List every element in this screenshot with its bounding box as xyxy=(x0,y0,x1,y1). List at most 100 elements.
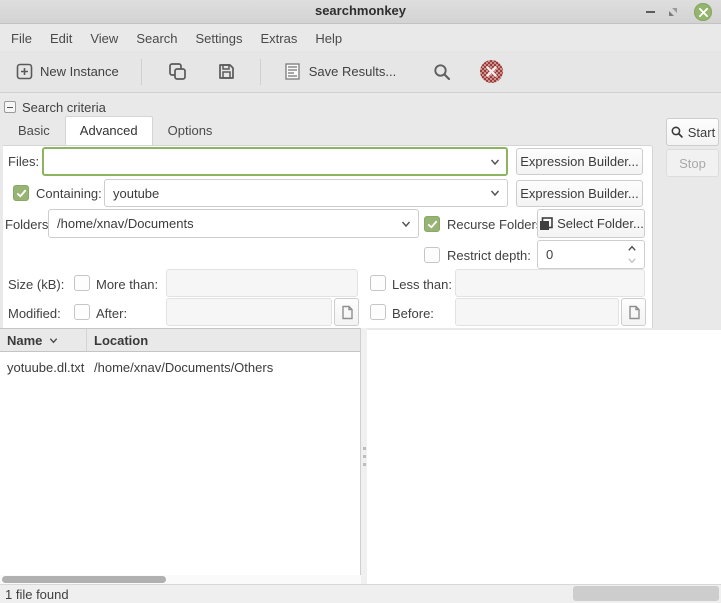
size-less-checkbox[interactable] xyxy=(370,275,386,291)
search-icon xyxy=(671,126,683,138)
folders-label: Folders: xyxy=(5,217,52,232)
select-folder-icon xyxy=(540,216,553,230)
horizontal-scrollbar[interactable] xyxy=(0,575,361,584)
results-table: Name Location yotuube.dl.txt /home/xnav/… xyxy=(0,328,361,575)
calendar-icon xyxy=(341,305,353,319)
splitter-handle-icon xyxy=(362,462,366,466)
search-icon xyxy=(434,63,451,80)
results-table-header: Name Location xyxy=(0,328,360,352)
status-text: 1 file found xyxy=(5,586,69,602)
recurse-folders-label: Recurse Folders xyxy=(447,217,543,232)
containing-input[interactable] xyxy=(104,179,508,207)
containing-expression-builder-button[interactable]: Expression Builder... xyxy=(516,180,643,207)
close-icon xyxy=(698,7,708,17)
start-button[interactable]: Start xyxy=(666,118,719,146)
tab-advanced[interactable]: Advanced xyxy=(64,116,153,145)
before-date-picker-button[interactable] xyxy=(621,298,646,326)
copy-button[interactable] xyxy=(160,56,195,87)
files-label: Files: xyxy=(8,154,40,169)
close-button[interactable] xyxy=(694,3,712,21)
restrict-depth-value: 0 xyxy=(546,247,554,262)
modified-after-label: After: xyxy=(96,306,128,321)
save-results-icon xyxy=(285,63,300,80)
new-instance-label: New Instance xyxy=(40,64,119,79)
titlebar[interactable]: searchmonkey xyxy=(0,0,721,24)
containing-label: Containing: xyxy=(36,186,102,201)
result-name: yotuube.dl.txt xyxy=(7,359,85,375)
size-less-input[interactable] xyxy=(455,269,645,297)
collapse-icon[interactable] xyxy=(4,101,16,113)
select-folder-button[interactable]: Select Folder... xyxy=(537,209,645,238)
spin-up-icon[interactable] xyxy=(626,243,638,254)
modified-label: Modified: xyxy=(8,306,61,321)
modified-before-label: Before: xyxy=(392,306,434,321)
menu-edit[interactable]: Edit xyxy=(41,27,81,50)
menu-extras[interactable]: Extras xyxy=(252,27,307,50)
folders-combobox[interactable] xyxy=(48,209,419,238)
files-combobox[interactable] xyxy=(42,147,508,176)
folders-input[interactable] xyxy=(48,209,419,238)
modified-after-input[interactable] xyxy=(166,298,332,326)
size-more-checkbox[interactable] xyxy=(74,275,90,291)
menu-view[interactable]: View xyxy=(81,27,127,50)
files-input[interactable] xyxy=(42,147,508,176)
window-title: searchmonkey xyxy=(314,3,407,18)
search-criteria-expander[interactable]: Search criteria xyxy=(4,99,106,115)
table-row[interactable]: yotuube.dl.txt /home/xnav/Documents/Othe… xyxy=(0,356,360,378)
toolbar-separator xyxy=(140,58,142,85)
new-instance-icon xyxy=(16,63,33,80)
save-button[interactable] xyxy=(209,56,244,87)
splitter-handle-icon xyxy=(362,446,366,450)
preview-pane[interactable] xyxy=(367,330,721,584)
modified-before-checkbox[interactable] xyxy=(370,304,386,320)
restore-icon xyxy=(669,8,677,16)
recurse-folders-checkbox[interactable] xyxy=(424,216,440,232)
search-toolbar-button[interactable] xyxy=(424,56,460,88)
criteria-tabs: Basic Advanced Options xyxy=(3,116,228,145)
search-criteria-title: Search criteria xyxy=(22,99,106,115)
minimize-button[interactable] xyxy=(641,3,659,21)
menu-help[interactable]: Help xyxy=(306,27,351,50)
new-instance-button[interactable]: New Instance xyxy=(8,57,127,86)
column-header-name[interactable]: Name xyxy=(0,329,86,351)
save-results-label: Save Results... xyxy=(308,64,397,79)
tab-options[interactable]: Options xyxy=(153,116,228,145)
start-label: Start xyxy=(687,124,716,140)
modified-before-input[interactable] xyxy=(455,298,619,326)
stop-toolbar-button xyxy=(472,54,511,89)
check-icon xyxy=(16,189,26,198)
size-more-label: More than: xyxy=(96,277,159,292)
size-more-input[interactable] xyxy=(166,269,358,297)
scrollbar-thumb[interactable] xyxy=(2,576,166,583)
calendar-icon xyxy=(628,305,640,319)
modified-after-checkbox[interactable] xyxy=(74,304,90,320)
result-location: /home/xnav/Documents/Others xyxy=(94,359,274,375)
menu-search[interactable]: Search xyxy=(127,27,186,50)
containing-checkbox[interactable] xyxy=(13,185,29,201)
progress-bar xyxy=(573,586,719,601)
save-results-button[interactable]: Save Results... xyxy=(275,56,404,87)
select-folder-label: Select Folder... xyxy=(557,216,644,231)
sort-chevron-icon xyxy=(50,337,58,343)
minimize-icon xyxy=(645,11,655,13)
menubar: File Edit View Search Settings Extras He… xyxy=(0,25,721,51)
menu-file[interactable]: File xyxy=(2,27,41,50)
size-label: Size (kB): xyxy=(8,277,65,292)
restore-button[interactable] xyxy=(664,3,682,21)
menu-settings[interactable]: Settings xyxy=(187,27,252,50)
files-expression-builder-button[interactable]: Expression Builder... xyxy=(516,148,643,175)
containing-combobox[interactable] xyxy=(104,179,508,207)
stop-button: Stop xyxy=(666,149,719,177)
spin-down-icon[interactable] xyxy=(626,255,638,266)
size-less-label: Less than: xyxy=(392,277,452,292)
after-date-picker-button[interactable] xyxy=(334,298,359,326)
tab-basic[interactable]: Basic xyxy=(3,116,65,145)
column-header-location[interactable]: Location xyxy=(87,329,155,351)
copy-icon xyxy=(168,63,186,80)
restrict-depth-spinner[interactable]: 0 xyxy=(537,240,645,269)
toolbar: New Instance Save Results... xyxy=(0,51,721,93)
splitter-handle-icon xyxy=(362,454,366,458)
restrict-depth-checkbox[interactable] xyxy=(424,247,440,263)
save-icon xyxy=(218,64,234,79)
toolbar-separator xyxy=(259,58,261,85)
